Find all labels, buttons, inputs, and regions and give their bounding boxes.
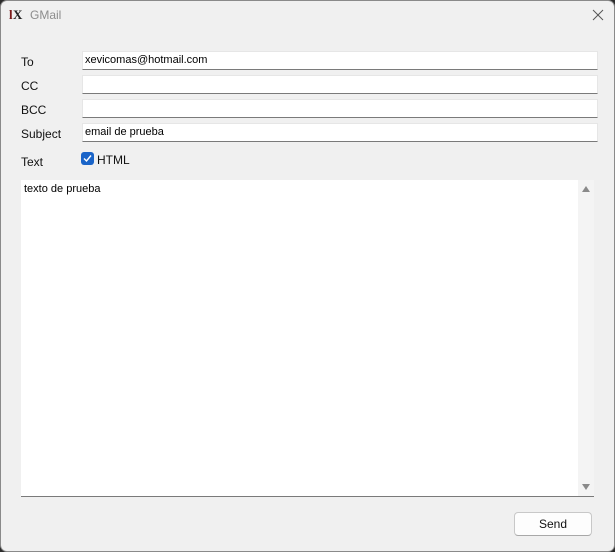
vertical-scrollbar[interactable]	[578, 180, 594, 496]
message-body-text: texto de prueba	[24, 183, 101, 195]
scroll-down-arrow-icon[interactable]	[582, 484, 590, 490]
cc-label: CC	[21, 79, 39, 93]
close-icon	[592, 9, 604, 21]
to-label: To	[21, 55, 34, 69]
bcc-field[interactable]	[82, 99, 598, 118]
window-title: GMail	[30, 8, 62, 22]
html-checkbox[interactable]	[81, 152, 94, 165]
subject-field[interactable]	[82, 123, 598, 142]
close-button[interactable]	[583, 1, 613, 29]
subject-label: Subject	[21, 127, 62, 141]
checkmark-icon	[83, 155, 92, 163]
scroll-up-arrow-icon[interactable]	[582, 186, 590, 192]
svg-text:X: X	[13, 7, 23, 22]
text-label: Text	[21, 155, 44, 169]
cc-field[interactable]	[82, 75, 598, 94]
to-field[interactable]	[82, 51, 598, 70]
gmail-window: l X GMail To CC BCC Subject Text HTML te…	[0, 0, 615, 552]
title-bar[interactable]: l X GMail	[1, 1, 614, 31]
bcc-label: BCC	[21, 103, 47, 117]
message-body-textarea[interactable]: texto de prueba	[21, 180, 594, 497]
html-checkbox-label[interactable]: HTML	[97, 153, 130, 167]
send-button[interactable]: Send	[514, 512, 592, 536]
lx-icon: l X	[9, 6, 25, 22]
